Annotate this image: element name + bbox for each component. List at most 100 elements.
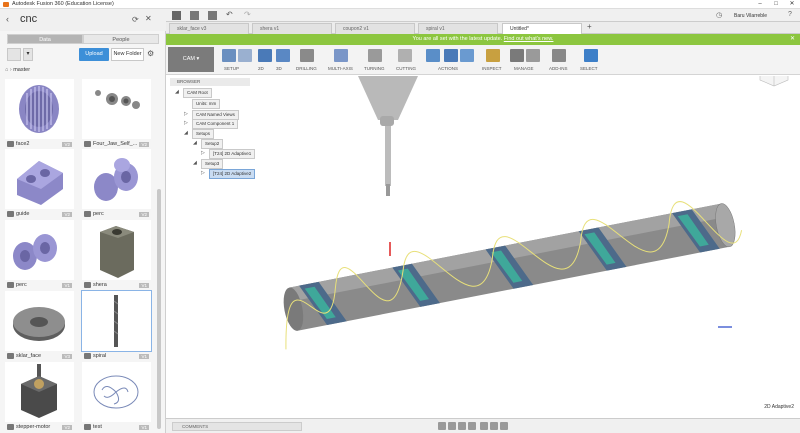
collapse-arrow-icon[interactable]: ▷ <box>201 169 205 177</box>
workspace-switcher[interactable]: CAM ▾ <box>168 47 214 72</box>
pan-icon[interactable] <box>448 422 456 430</box>
file-name: spiral <box>93 353 107 359</box>
select-icon[interactable] <box>584 49 598 62</box>
group-actions[interactable]: ACTIONS <box>438 66 458 71</box>
chevron-down-icon[interactable]: ▾ <box>23 48 33 61</box>
browser-header[interactable]: BROWSER <box>170 78 250 86</box>
new-folder-button[interactable]: New Folder <box>111 48 144 61</box>
group-3d[interactable]: 3D <box>276 66 282 71</box>
new-tab-icon[interactable]: + <box>587 22 592 31</box>
file-item-guide[interactable]: guide V2 <box>5 149 74 223</box>
post-process-icon[interactable] <box>444 49 458 62</box>
refresh-icon[interactable]: ⟳ <box>132 15 139 24</box>
file-item-sklar-face[interactable]: sklar_face V3 <box>5 291 74 365</box>
expand-arrow-icon[interactable]: ◢ <box>175 88 179 96</box>
group-multi-axis[interactable]: MULTI-AXIS <box>328 66 353 71</box>
banner-close-icon[interactable]: ✕ <box>790 34 795 45</box>
file-item-perc[interactable]: perc V2 <box>82 149 151 223</box>
file-item-face2[interactable]: face2 V2 <box>5 79 74 153</box>
multi-axis-icon[interactable] <box>334 49 348 62</box>
group-cutting[interactable]: CUTTING <box>396 66 416 71</box>
simulate-icon[interactable] <box>426 49 440 62</box>
tool-library-icon[interactable] <box>510 49 524 62</box>
tree-node-operation-selected[interactable]: [T24] 2D Adaptive2 <box>209 169 256 179</box>
tree-node-setup2[interactable]: Setup2 <box>201 139 224 149</box>
viewports-icon[interactable] <box>500 422 508 430</box>
data-panel-scrollbar[interactable] <box>157 189 161 429</box>
file-item-spiral[interactable]: spiral V1 <box>81 290 152 365</box>
file-item-test[interactable]: test V1 <box>82 362 151 433</box>
close-button[interactable]: ✕ <box>784 0 800 9</box>
back-icon[interactable]: ‹ <box>6 14 9 24</box>
drill-icon[interactable] <box>300 49 314 62</box>
setup-sheet-icon[interactable] <box>238 49 252 62</box>
file-item-four-jaw[interactable]: Four_Jaw_Self_... V2 <box>82 79 151 153</box>
tree-node-operation[interactable]: [T24] 2D Adaptive1 <box>209 149 256 159</box>
group-add-ins[interactable]: ADD-INS <box>549 66 568 71</box>
3d-adaptive-icon[interactable] <box>276 49 290 62</box>
tab-people[interactable]: People <box>83 34 159 44</box>
upload-button[interactable]: Upload <box>79 48 109 61</box>
tab-data[interactable]: Data <box>7 34 83 44</box>
add-ins-icon[interactable] <box>552 49 566 62</box>
new-setup-icon[interactable] <box>222 49 236 62</box>
help-icon[interactable]: ? <box>788 11 792 18</box>
expand-arrow-icon[interactable]: ◢ <box>184 129 188 137</box>
fit-icon[interactable] <box>468 422 476 430</box>
tree-node-component[interactable]: CAM Component 1 <box>192 119 239 129</box>
generate-icon[interactable] <box>460 49 474 62</box>
measure-icon[interactable] <box>486 49 500 62</box>
save-icon[interactable] <box>208 11 217 20</box>
file-menu-icon[interactable] <box>190 11 199 20</box>
redo-icon[interactable]: ↷ <box>244 10 251 19</box>
collapse-arrow-icon[interactable]: ▷ <box>184 119 188 127</box>
zoom-icon[interactable] <box>458 422 466 430</box>
data-panel-toolbar: ▾ Upload New Folder ⚙ <box>7 48 159 62</box>
user-name[interactable]: Baru Vilarreble <box>734 11 767 22</box>
comments-panel[interactable]: COMMENTS <box>172 422 302 431</box>
tree-node-setups[interactable]: Setups <box>192 129 215 139</box>
status-text: 2D Adaptive2 <box>764 404 794 410</box>
tree-node-units[interactable]: Units: mm <box>192 99 221 109</box>
minimize-button[interactable]: – <box>752 0 768 9</box>
group-inspect[interactable]: INSPECT <box>482 66 502 71</box>
view-mode-icon[interactable] <box>7 48 21 61</box>
2d-adaptive-icon[interactable] <box>258 49 272 62</box>
group-setup[interactable]: SETUP <box>224 66 239 71</box>
tree-node-cam-root[interactable]: CAM Root <box>183 88 212 98</box>
group-turning[interactable]: TURNING <box>364 66 385 71</box>
collapse-arrow-icon[interactable]: ▷ <box>201 149 205 157</box>
expand-arrow-icon[interactable]: ◢ <box>193 139 197 147</box>
group-manage[interactable]: MANAGE <box>514 66 534 71</box>
comments-label: COMMENTS <box>182 424 209 429</box>
maximize-button[interactable]: □ <box>768 0 784 9</box>
group-drilling[interactable]: DRILLING <box>296 66 317 71</box>
breadcrumb: ⌂ › master <box>5 66 30 74</box>
turning-icon[interactable] <box>368 49 382 62</box>
orbit-icon[interactable] <box>438 422 446 430</box>
tree-node-named-views[interactable]: CAM Named Views <box>192 110 239 120</box>
data-panel-toggle-icon[interactable] <box>172 11 181 20</box>
grid-settings-icon[interactable] <box>490 422 498 430</box>
gear-icon[interactable]: ⚙ <box>147 49 154 58</box>
whats-new-link[interactable]: Find out what's new. <box>504 36 554 42</box>
hub-icon[interactable]: ⌂ › <box>5 67 12 73</box>
file-item-stepper-motor[interactable]: stepper-motor V2 <box>5 362 74 433</box>
undo-icon[interactable]: ↶ <box>226 10 233 19</box>
file-item-perc-2[interactable]: perc V1 <box>5 220 74 294</box>
clock-icon[interactable]: ◷ <box>716 11 722 19</box>
tree-node-label: Setup2 <box>201 139 224 149</box>
templates-icon[interactable] <box>526 49 540 62</box>
file-item-shera[interactable]: shera V1 <box>82 220 151 294</box>
display-settings-icon[interactable] <box>480 422 488 430</box>
group-select[interactable]: SELECT <box>580 66 598 71</box>
graphics-canvas[interactable] <box>166 76 800 418</box>
group-2d[interactable]: 2D <box>258 66 264 71</box>
collapse-arrow-icon[interactable]: ▷ <box>184 110 188 118</box>
tree-node-setup3[interactable]: Setup3 <box>201 159 224 169</box>
close-panel-icon[interactable]: ✕ <box>145 14 152 23</box>
cutting-icon[interactable] <box>398 49 412 62</box>
expand-arrow-icon[interactable]: ◢ <box>193 159 197 167</box>
breadcrumb-branch[interactable]: master <box>13 67 30 73</box>
model-viewport[interactable] <box>166 76 800 418</box>
